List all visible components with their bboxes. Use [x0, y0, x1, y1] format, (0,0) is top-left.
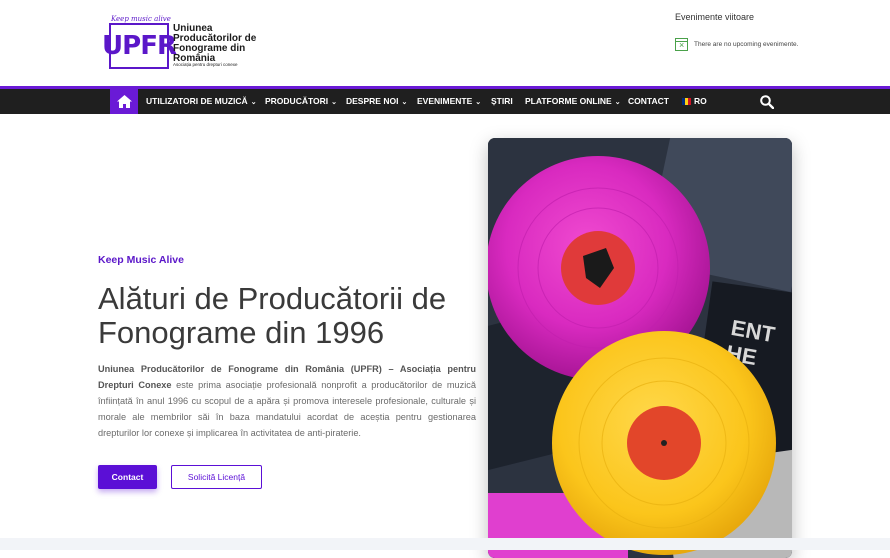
logo-tagline: Keep music alive: [111, 15, 171, 23]
chevron-down-icon: ⌄: [614, 99, 621, 106]
nav-item-contact[interactable]: CONTACT: [628, 89, 669, 114]
language-switcher[interactable]: RO: [682, 89, 707, 114]
request-license-button[interactable]: Solicită Licență: [171, 465, 262, 489]
romania-flag-icon: [682, 98, 691, 106]
chevron-down-icon: ⌄: [250, 99, 257, 106]
vinyl-records-illustration: ENT HE: [488, 138, 792, 558]
nav-item-evenimente[interactable]: EVENIMENTE ⌄: [417, 89, 481, 114]
site-header: Keep music alive UPFR Uniunea Producător…: [0, 0, 890, 88]
nav-item-producatori[interactable]: PRODUCĂTORI ⌄: [265, 89, 337, 114]
hero-description: Uniunea Producătorilor de Fonograme din …: [98, 361, 476, 441]
chevron-down-icon: ⌄: [475, 99, 482, 106]
hero-title: Alături de Producătorii de Fonograme din…: [98, 281, 447, 350]
home-button[interactable]: [110, 89, 138, 114]
calendar-x-icon: [675, 38, 688, 51]
upfr-logo[interactable]: Keep music alive UPFR Uniunea Producător…: [102, 15, 259, 71]
nav-item-platforme-online[interactable]: PLATFORME ONLINE ⌄: [525, 89, 621, 114]
events-empty-row: There are no upcoming evenimente.: [675, 38, 798, 51]
contact-button[interactable]: Contact: [98, 465, 157, 489]
chevron-down-icon: ⌄: [401, 99, 408, 106]
events-title: Evenimente viitoare: [675, 12, 755, 22]
hero-tagline: Keep Music Alive: [98, 254, 184, 266]
logo-subtitle: Asociația pentru drepturi conexe: [173, 62, 238, 67]
home-icon: [116, 95, 132, 108]
vinyl-records-photo: ENT HE: [488, 138, 792, 558]
nav-item-despre-noi[interactable]: DESPRE NOI ⌄: [346, 89, 407, 114]
search-icon[interactable]: [760, 95, 774, 109]
logo-name: Uniunea Producătorilor de Fonograme din …: [173, 23, 257, 64]
chevron-down-icon: ⌄: [331, 99, 337, 106]
upcoming-events-widget: Evenimente viitoare There are no upcomin…: [675, 12, 875, 51]
events-empty-text: There are no upcoming evenimente.: [694, 41, 799, 48]
logo-mark: UPFR: [102, 23, 177, 69]
main-nav: UTILIZATORI DE MUZICĂ ⌄ PRODUCĂTORI ⌄ DESP…: [0, 89, 890, 114]
nav-item-utilizatori[interactable]: UTILIZATORI DE MUZICĂ ⌄: [146, 89, 257, 114]
next-section-edge: [0, 538, 890, 550]
nav-item-stiri[interactable]: ȘTIRI: [491, 89, 513, 114]
